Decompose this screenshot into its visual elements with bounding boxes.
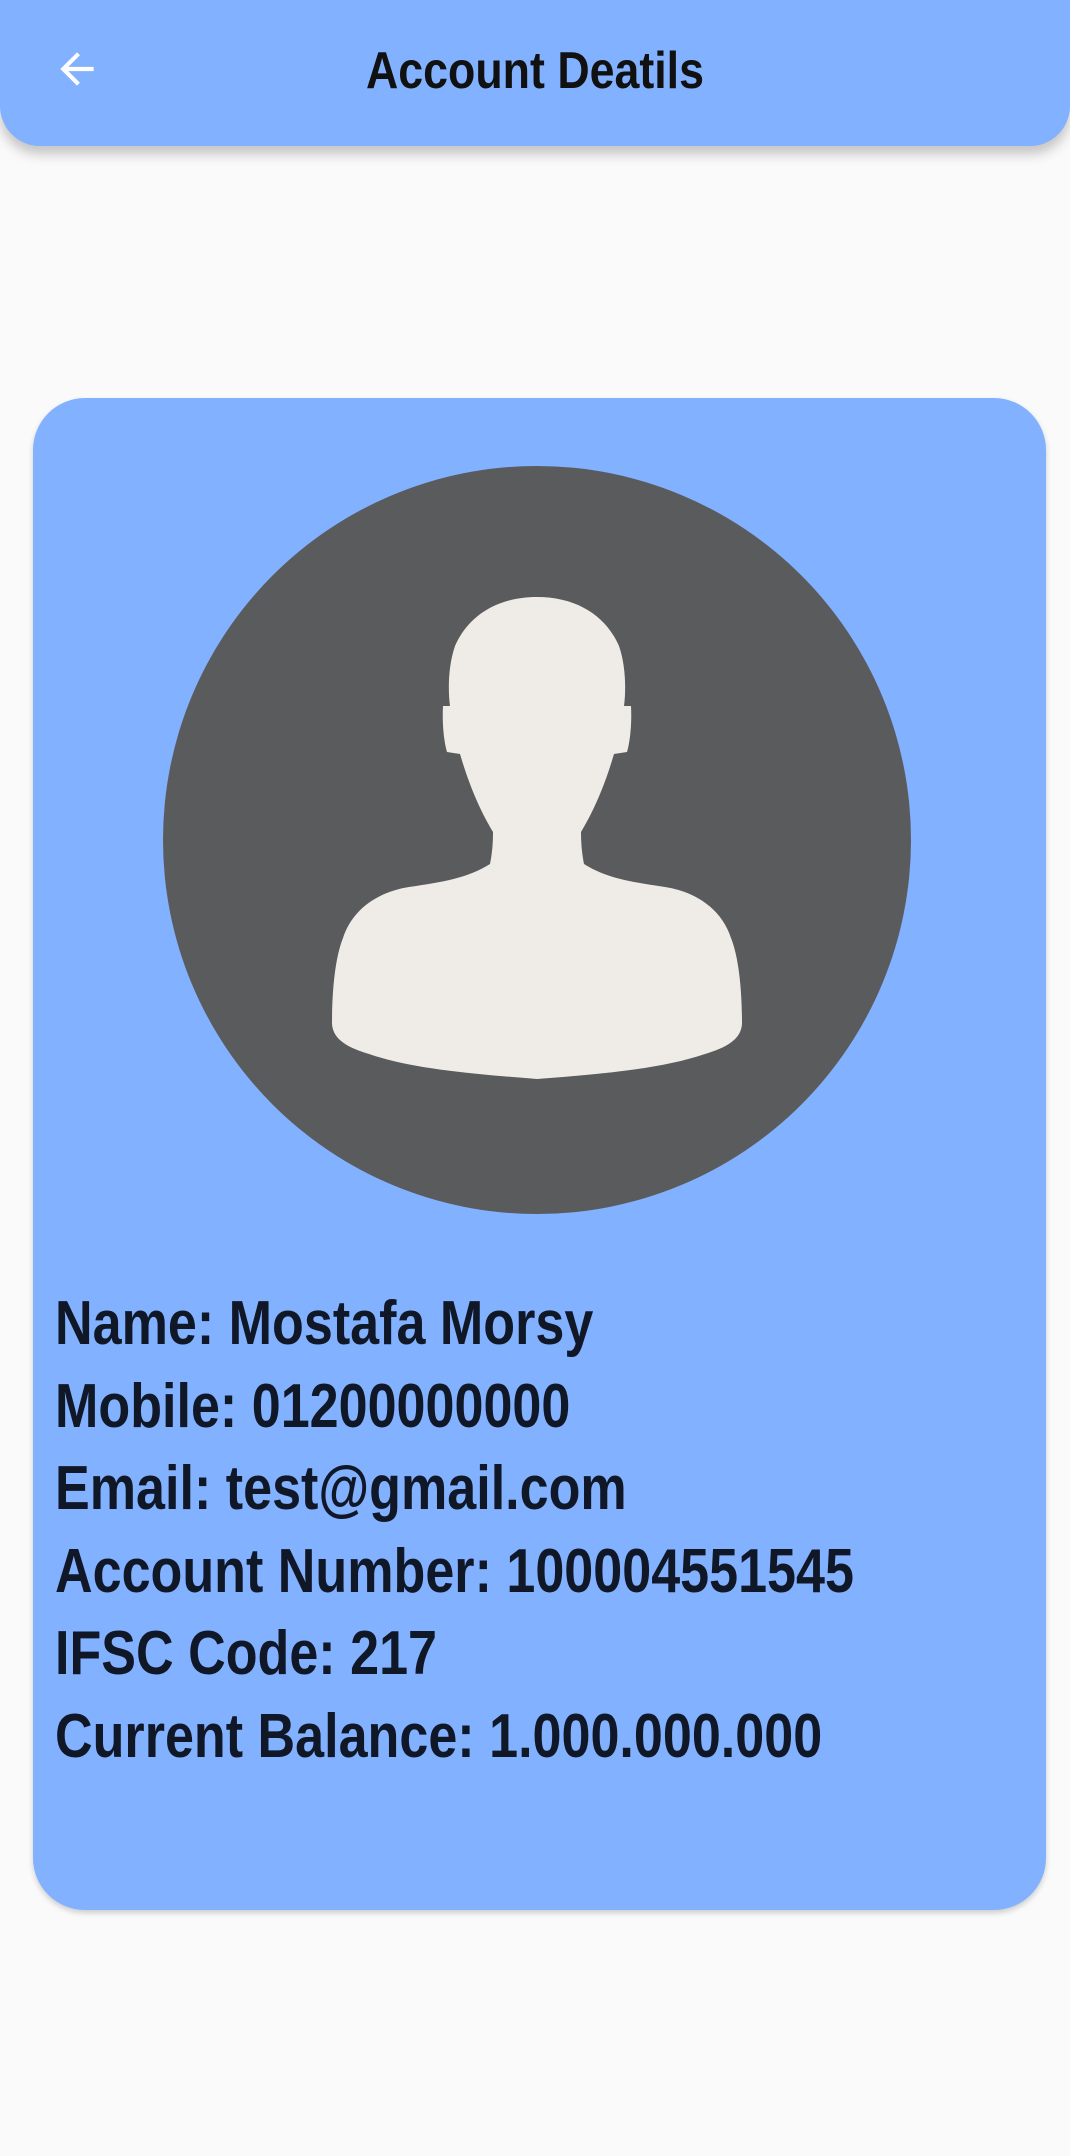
account-details-card: Name: Mostafa Morsy Mobile: 01200000000 …: [33, 398, 1046, 1910]
avatar: [163, 466, 911, 1214]
account-details-list: Name: Mostafa Morsy Mobile: 01200000000 …: [55, 1283, 1035, 1778]
account-email: Email: test@gmail.com: [55, 1454, 627, 1523]
app-bar: Account Deatils: [0, 0, 1070, 146]
person-silhouette-icon: [332, 597, 742, 1079]
page-title: Account Deatils: [366, 42, 704, 100]
account-number: Account Number: 100004551545: [55, 1536, 854, 1606]
account-ifsc-code: IFSC Code: 217: [55, 1619, 438, 1688]
account-mobile: Mobile: 01200000000: [55, 1371, 571, 1441]
account-name: Name: Mostafa Morsy: [55, 1289, 594, 1358]
account-current-balance: Current Balance: 1.000.000.000: [55, 1701, 823, 1771]
